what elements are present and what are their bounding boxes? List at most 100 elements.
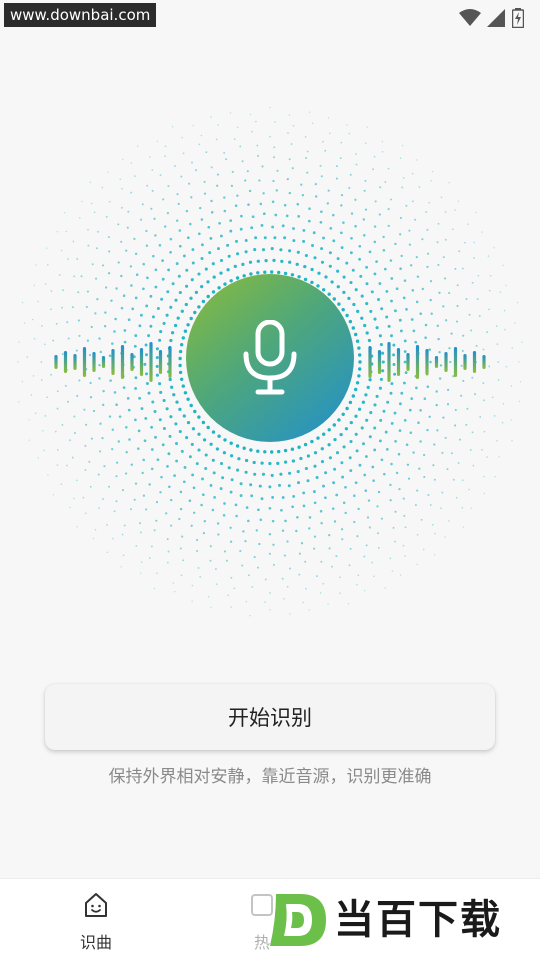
visualizer-dot (229, 540, 233, 543)
visualizer-dot (348, 400, 353, 405)
visualizer-dot (47, 474, 49, 476)
visualizer-dot (499, 291, 502, 293)
visualizer-dot (454, 209, 456, 211)
visualizer-dot (279, 248, 283, 252)
visualizer-dot (171, 282, 175, 286)
visualizer-dot (271, 495, 275, 499)
visualizer-dot (126, 226, 129, 229)
wifi-icon (459, 9, 481, 26)
visualizer-dot (397, 452, 401, 456)
visualizer-dot (373, 403, 377, 407)
visualizer-dot (394, 439, 397, 443)
visualizer-dot (212, 471, 216, 475)
visualizer-dot (363, 323, 367, 328)
visualizer-dot (296, 250, 300, 254)
visualizer-dot (259, 202, 263, 206)
visualizer-dot (296, 202, 300, 206)
visualizer-dot (428, 415, 431, 419)
visualizer-dot (253, 248, 257, 252)
visualizer-dot (353, 494, 356, 497)
visualizer-dot (154, 435, 157, 439)
visualizer-dot (241, 262, 245, 267)
visualizer-dot (256, 259, 260, 263)
visualizer-dot (317, 271, 321, 275)
visualizer-dot (365, 331, 369, 335)
visualizer-dot (340, 204, 343, 207)
visualizer-dot (373, 426, 377, 430)
visualizer-dot (311, 244, 314, 247)
visualizer-dot (85, 305, 88, 309)
visualizer-dot (405, 308, 408, 311)
visualizer-dot (200, 134, 203, 137)
visualizer-dot (202, 531, 206, 535)
visualizer-dot (461, 349, 464, 352)
status-bar: www.downbai.com (0, 0, 540, 34)
visualizer-dot (496, 343, 499, 345)
visualizer-dot (173, 323, 178, 328)
visualizer-dot (382, 235, 385, 239)
visualizer-dot (392, 363, 396, 366)
visualizer-dot (130, 508, 132, 511)
visualizer-dot (384, 430, 388, 434)
visualizer-dot (247, 574, 250, 577)
visualizer-dot (417, 421, 420, 424)
visualizer-dot (518, 361, 520, 363)
visualizer-dot (229, 454, 234, 458)
visualizer-dot (448, 520, 450, 522)
visualizer-dot (198, 143, 201, 146)
visualizer-dot (378, 334, 382, 338)
visualizer-dot (455, 320, 459, 323)
visualizer-dot (341, 412, 345, 416)
visualizer-dot (112, 537, 114, 540)
visualizer-dot (139, 218, 143, 221)
visualizer-dot (219, 258, 224, 263)
visualizer-dot (357, 374, 361, 378)
visualizer-dot (200, 218, 204, 221)
visualizer-dot (43, 343, 46, 346)
visualizer-dot (268, 461, 272, 466)
visualizer-dot (300, 183, 303, 186)
visualizer-dot (328, 456, 332, 460)
status-icons (458, 8, 530, 28)
visualizer-dot (494, 475, 496, 478)
visualizer-dot (291, 459, 296, 463)
visualizer-dot (156, 458, 160, 462)
visualizer-dot (167, 550, 170, 553)
visualizer-dot (197, 305, 201, 309)
visualizer-dot (284, 519, 287, 523)
visualizer-dot (93, 211, 96, 214)
microphone-button[interactable] (186, 274, 354, 442)
visualizer-dot (283, 236, 287, 240)
visualizer-dot (110, 299, 113, 302)
visualizer-dot (516, 301, 519, 304)
visualizer-dot (313, 451, 318, 455)
visualizer-dot (177, 274, 181, 278)
visualizer-dot (339, 576, 341, 579)
visualizer-dot (356, 583, 358, 586)
visualizer-dot (82, 496, 85, 499)
visualizer-dot (259, 518, 263, 522)
visualizer-dot (193, 310, 197, 315)
visualizer-dot (395, 287, 399, 291)
visualizer-dot (316, 436, 320, 440)
visualizer-dot (234, 503, 238, 507)
visualizer-dot (283, 598, 285, 600)
visualizer-dot (213, 496, 216, 499)
visualizer-dot (403, 514, 406, 517)
visualizer-dot (367, 499, 371, 502)
visualizer-dot (302, 239, 306, 243)
visualizer-dot (419, 312, 422, 315)
nav-item-recognize[interactable]: 识曲 (60, 889, 132, 955)
visualizer-dot (502, 403, 505, 405)
visualizer-dot (73, 497, 75, 500)
visualizer-dot (201, 420, 206, 425)
visualizer-dot (169, 305, 173, 309)
visualizer-dot (269, 106, 271, 109)
visualizer-dot (475, 344, 478, 347)
visualizer-dot (239, 227, 243, 231)
start-recognition-button[interactable]: 开始识别 (45, 684, 495, 750)
visualizer-dot (409, 431, 413, 434)
visualizer-dot (185, 268, 189, 272)
visualizer-dot (278, 483, 281, 487)
visualizer-dot (496, 440, 498, 442)
